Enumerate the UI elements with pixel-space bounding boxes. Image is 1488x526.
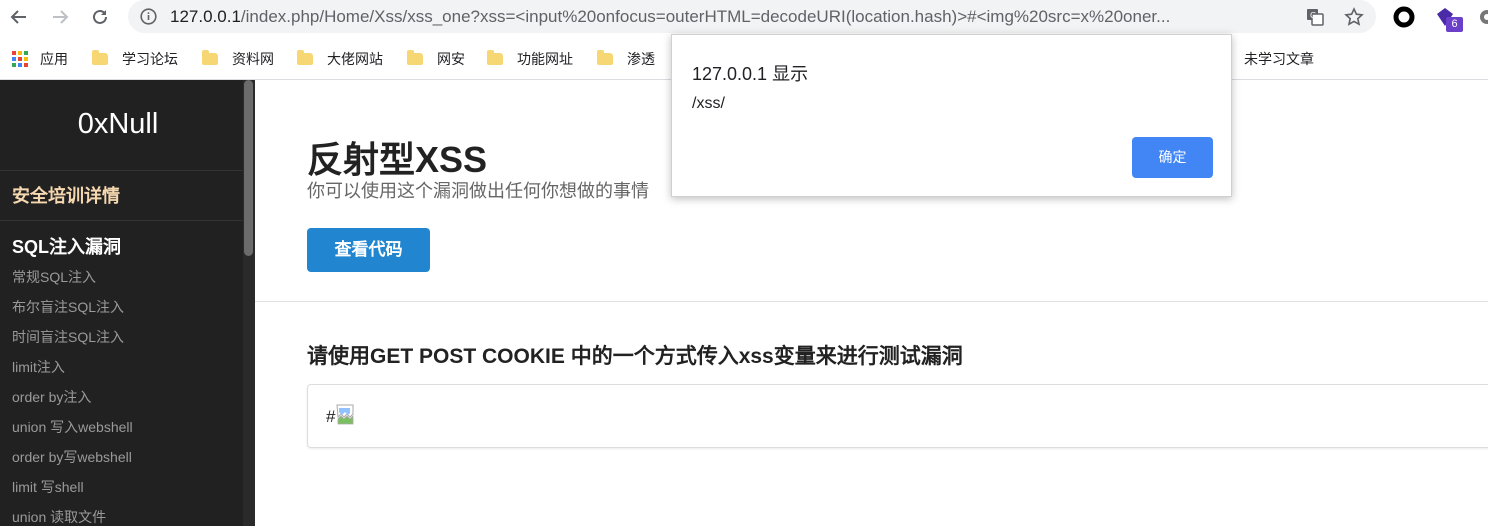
alert-dialog: 127.0.0.1 显示 /xss/ 确定 (671, 34, 1232, 197)
bookmark-folder[interactable]: 学习论坛 (92, 47, 178, 71)
bookmark-folder[interactable]: 网安 (407, 47, 465, 71)
sidebar-item-training[interactable]: 安全培训详情 (12, 182, 120, 208)
folder-icon (407, 50, 423, 65)
broken-image-icon (336, 404, 354, 425)
star-icon (1344, 7, 1364, 26)
folder-icon (202, 50, 218, 65)
bookmark-label: 渗透 (627, 51, 655, 67)
sidebar-item[interactable]: 时间盲注SQL注入 (12, 327, 124, 347)
instruction-heading: 请使用GET POST COOKIE 中的一个方式传入xss变量来进行测试漏洞 (307, 345, 963, 368)
page-title: 反射型XSS (307, 139, 488, 180)
sidebar-item[interactable]: union 写入webshell (12, 417, 133, 437)
svg-text:G: G (1310, 11, 1316, 20)
view-code-button[interactable]: 查看代码 (307, 228, 430, 272)
sidebar-divider (0, 220, 243, 221)
sidebar-item[interactable]: union 读取文件 (12, 507, 106, 526)
extension-circle-button[interactable] (1392, 5, 1416, 29)
sidebar-section-sqli[interactable]: SQL注入漏洞 (12, 233, 121, 259)
bookmark-folder[interactable]: 未学习文章 (1244, 47, 1314, 71)
forward-button[interactable] (47, 4, 73, 30)
output-hash-text: # (326, 407, 336, 426)
sidebar-item[interactable]: 常规SQL注入 (12, 267, 96, 287)
back-arrow-icon (10, 10, 26, 24)
content-divider (255, 301, 1488, 302)
url-path: /index.php/Home/Xss/xss_one?xss=<input%2… (240, 7, 1171, 26)
address-bar[interactable]: 127.0.0.1/index.php/Home/Xss/xss_one?xss… (128, 0, 1376, 33)
folder-icon (297, 50, 313, 65)
bookmark-folder[interactable]: 功能网址 (487, 47, 573, 71)
translate-button[interactable]: G (1303, 5, 1327, 29)
folder-icon (487, 50, 503, 65)
sidebar-divider (0, 170, 243, 171)
url-text[interactable]: 127.0.0.1/index.php/Home/Xss/xss_one?xss… (170, 0, 1250, 33)
bookmark-folder[interactable]: 渗透 (597, 47, 655, 71)
bookmark-label: 大佬网站 (327, 51, 383, 67)
extension-puzzle-button[interactable] (1472, 5, 1488, 29)
browser-toolbar: 127.0.0.1/index.php/Home/Xss/xss_one?xss… (0, 0, 1488, 34)
bookmark-star-button[interactable] (1342, 5, 1366, 29)
sidebar-item[interactable]: order by写webshell (12, 447, 132, 467)
forward-arrow-icon (53, 10, 69, 24)
bookmark-folder[interactable]: 大佬网站 (297, 47, 383, 71)
bookmark-label: 应用 (40, 51, 68, 67)
bookmark-label: 资料网 (232, 51, 274, 67)
bookmark-apps[interactable]: 应用 (12, 47, 68, 71)
xss-output-box: # (307, 384, 1488, 448)
folder-icon (597, 50, 613, 65)
folder-icon (92, 50, 108, 65)
apps-grid-icon (12, 51, 28, 67)
alert-message: /xss/ (692, 95, 725, 112)
bookmark-label: 网安 (437, 51, 465, 67)
page-subtitle: 你可以使用这个漏洞做出任何你想做的事情 (307, 181, 649, 201)
sidebar: 0xNull 安全培训详情 SQL注入漏洞 常规SQL注入 布尔盲注SQL注入 … (0, 80, 255, 526)
alert-ok-button[interactable]: 确定 (1132, 137, 1213, 178)
ring-icon (1393, 6, 1415, 28)
sidebar-item[interactable]: limit 写shell (12, 477, 84, 497)
extension-badge: 6 (1446, 17, 1463, 32)
sidebar-item[interactable]: order by注入 (12, 387, 91, 407)
sidebar-scrollbar[interactable] (243, 80, 255, 526)
scrollbar-thumb[interactable] (244, 80, 253, 256)
bookmark-folder[interactable]: 资料网 (202, 47, 274, 71)
sidebar-item[interactable]: limit注入 (12, 357, 65, 377)
alert-title: 127.0.0.1 显示 (692, 64, 809, 84)
gear-icon (1480, 10, 1488, 24)
reload-button[interactable] (87, 4, 113, 30)
back-button[interactable] (6, 4, 32, 30)
reload-icon (93, 9, 107, 24)
bookmark-label: 未学习文章 (1244, 51, 1314, 67)
sidebar-item[interactable]: 布尔盲注SQL注入 (12, 297, 124, 317)
bookmark-label: 功能网址 (517, 51, 573, 67)
bookmark-label: 学习论坛 (122, 51, 178, 67)
info-icon[interactable] (140, 8, 157, 25)
translate-icon: G (1307, 9, 1324, 26)
url-host: 127.0.0.1 (170, 7, 241, 26)
brand-logo[interactable]: 0xNull (0, 108, 236, 141)
